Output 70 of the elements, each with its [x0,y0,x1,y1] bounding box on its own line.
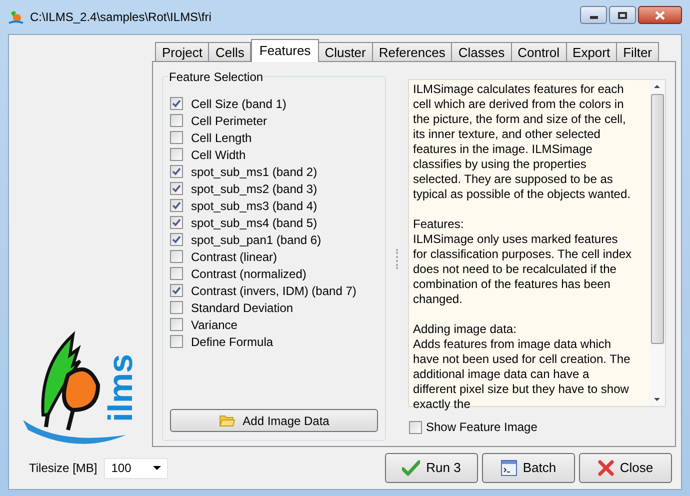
close-icon [598,460,614,476]
help-paragraph: Adding image data: Adds features from image data which have not been used for cell creation. The additional image data can have a different pixel size but they have to show exactly the [413,322,632,412]
add-image-data-button[interactable]: Add Image Data [170,409,378,432]
batch-button[interactable]: Batch [482,453,575,483]
checkbox-label: Contrast (linear) [191,248,278,266]
checkbox-label: spot_sub_ms3 (band 4) [191,198,318,214]
logo-text: ilms [104,354,138,422]
checkbox-label: Cell Size (band 1) [191,96,286,112]
checkbox-label: Cell Perimeter [191,112,268,130]
tilesize-label: Tilesize [MB] [29,460,98,477]
help-paragraph: ILMSimage calculates features for each cell which are derived from the colors in the picture, the form and size of the cell, its inner texture, and other selected features in the image. ILMSimage classifies by using the properties selected. They are supposed to be as typical as possible of the objects wanted. [413,82,632,202]
checkbox-label: spot_sub_ms4 (band 5) [191,214,318,232]
scroll-down-icon [654,398,660,401]
close-button[interactable]: Close [579,453,672,483]
maximize-icon [618,12,627,18]
checkbox[interactable] [170,182,183,195]
tab[interactable]: Cells [208,42,252,61]
help-paragraph: Features: ILMSimage only uses marked features for classification purposes. The cell index does not need to be recalculated if the combination of the features has been changed. [413,217,633,307]
checkbox[interactable] [170,199,183,212]
checkbox[interactable] [170,216,183,229]
checkbox-label: Contrast (invers, IDM) (band 7) [191,282,356,300]
close-button[interactable] [638,6,682,24]
checkbox[interactable] [170,284,183,297]
checkbox[interactable] [170,165,183,178]
run-button[interactable]: Run 3 [385,453,478,483]
check-icon [402,460,420,476]
tab[interactable]: Control [510,42,567,61]
checkbox[interactable] [170,250,183,263]
checkbox-label: Show Feature Image [426,419,538,436]
checkbox[interactable] [170,114,183,127]
tilesize-dropdown[interactable]: 100 [104,458,168,478]
checkbox[interactable] [170,301,183,314]
tab[interactable]: Features [251,39,319,62]
checkbox-label: Cell Width [191,146,246,164]
tab[interactable]: Export [566,42,618,61]
checkbox-label: Standard Deviation [191,300,294,316]
app-icon [8,9,24,25]
close-icon [655,10,665,20]
checkbox[interactable] [170,148,183,161]
maximize-button[interactable] [609,6,636,24]
folder-icon [218,414,235,427]
checkbox[interactable] [409,420,422,434]
tab[interactable]: Filter [616,42,659,61]
checkbox-label: spot_sub_ms2 (band 3) [191,180,318,198]
terminal-window-icon [500,460,517,476]
checkbox[interactable] [170,97,183,110]
checkbox[interactable] [170,267,183,280]
checkbox[interactable] [170,131,183,144]
checkbox-label: Cell Length [191,130,252,146]
check-icon [172,286,181,295]
tab[interactable]: References [372,42,452,61]
tab[interactable]: Classes [451,42,512,61]
scroll-thumb[interactable] [650,94,664,344]
checkbox[interactable] [170,335,183,348]
checkbox-label: spot_sub_pan1 (band 6) [191,232,322,248]
minimize-icon [590,16,598,19]
checkbox-label: Contrast (normalized) [191,266,306,282]
tab[interactable]: Project [155,42,210,61]
check-icon [172,99,181,108]
checkbox[interactable] [170,233,183,246]
scroll-up-icon [654,85,660,88]
caret-icon [153,466,162,470]
tab[interactable]: Cluster [318,42,373,61]
checkbox-label: Define Formula [191,334,274,350]
checkbox-label: Variance [191,316,238,334]
minimize-button[interactable] [580,6,607,24]
window-title: C:\ILMS_2.4\samples\Rot\ILMS\fri [30,9,212,26]
checkbox-label: spot_sub_ms1 (band 2) [191,164,318,180]
scrollbar[interactable] [649,80,665,406]
checkbox[interactable] [170,318,183,331]
